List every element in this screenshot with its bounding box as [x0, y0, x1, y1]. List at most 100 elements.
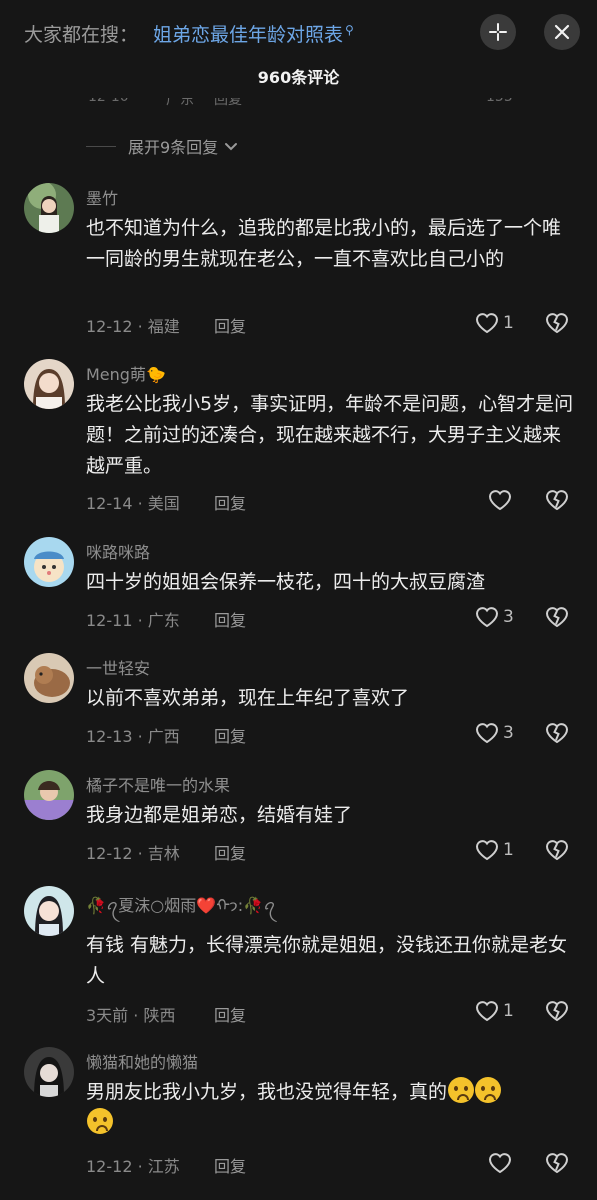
- comment-text: 以前不喜欢弟弟，现在上年纪了喜欢了: [86, 687, 410, 709]
- avatar[interactable]: [24, 183, 74, 233]
- comment-text: 男朋友比我小九岁，我也没觉得年轻，真的: [86, 1077, 578, 1139]
- expand-divider: [86, 145, 116, 147]
- comment-date: 12-11: [86, 611, 133, 630]
- comment-location: 陕西: [143, 1006, 176, 1025]
- search-prefix: 大家都在搜：: [24, 24, 139, 46]
- expand-replies-label: 展开9条回复: [128, 138, 219, 157]
- avatar[interactable]: [24, 359, 74, 409]
- like-button[interactable]: 1: [474, 838, 514, 862]
- comment-text: 也不知道为什么，追我的都是比我小的，最后选了一个唯一同龄的男生就现在老公，一直不…: [86, 217, 562, 270]
- comment-location: 广西: [147, 727, 180, 746]
- avatar[interactable]: [24, 886, 74, 936]
- like-button[interactable]: 3: [474, 605, 514, 629]
- prev-date: 12-10: [88, 98, 129, 105]
- comment-item: 🥀ꪖ夏沫○烟雨❤️ᡣ𐭩:🥀ꪖ 有钱 有魅力，长得漂亮你就是姐姐，没钱还丑你就是老…: [0, 886, 597, 1026]
- reply-button[interactable]: 回复: [214, 723, 246, 747]
- like-count: 1: [503, 840, 514, 860]
- meta-separator: ·: [137, 494, 143, 513]
- avatar[interactable]: [24, 1047, 74, 1097]
- reply-button[interactable]: 回复: [214, 607, 246, 631]
- like-button[interactable]: 1: [474, 311, 514, 335]
- pleading-face-emoji-icon: [475, 1077, 502, 1103]
- heart-icon: [475, 1001, 499, 1022]
- username[interactable]: 橘子不是唯一的水果: [86, 772, 230, 796]
- reply-button[interactable]: 回复: [214, 1002, 246, 1026]
- heart-icon: [475, 840, 499, 861]
- username[interactable]: 咪路咪路: [86, 539, 150, 563]
- broken-heart-icon: [545, 490, 569, 511]
- like-count: 1: [503, 313, 514, 333]
- expand-replies-button[interactable]: 展开9条回复: [86, 134, 240, 158]
- comment-count: 960条评论: [257, 68, 340, 87]
- username[interactable]: 墨竹: [86, 185, 118, 209]
- username[interactable]: 一世轻安: [86, 655, 150, 679]
- avatar[interactable]: [24, 653, 74, 703]
- dislike-button[interactable]: [544, 488, 570, 516]
- comment-location: 吉林: [147, 844, 180, 863]
- dislike-button[interactable]: [544, 1151, 570, 1179]
- comment-meta: 12-12 · 福建 回复: [86, 313, 246, 337]
- meta-separator: ·: [137, 1157, 143, 1176]
- avatar[interactable]: [24, 537, 74, 587]
- dislike-button[interactable]: [544, 721, 570, 749]
- comment-location: 江苏: [147, 1157, 180, 1176]
- comment-date: 12-13: [86, 727, 133, 746]
- reply-button[interactable]: 回复: [214, 840, 246, 864]
- broken-heart-icon: [545, 313, 569, 334]
- comment-text: 四十岁的姐姐会保养一枝花，四十的大叔豆腐渣: [86, 571, 486, 593]
- comment-text-body: 男朋友比我小九岁，我也没觉得年轻，真的: [86, 1081, 448, 1103]
- chevron-down-icon: [225, 143, 238, 151]
- comment-date: 12-12: [86, 844, 133, 863]
- comment-item: 咪路咪路 四十岁的姐姐会保养一枝花，四十的大叔豆腐渣 12-11 · 广东 回复…: [0, 537, 597, 637]
- like-button[interactable]: 1: [474, 999, 514, 1023]
- comment-text: 我身边都是姐弟恋，结婚有娃了: [86, 804, 353, 826]
- comment-item: 一世轻安 以前不喜欢弟弟，现在上年纪了喜欢了 12-13 · 广西 回复 3: [0, 653, 597, 753]
- comment-meta: 12-13 · 广西 回复: [86, 723, 246, 747]
- broken-heart-icon: [545, 723, 569, 744]
- reply-button[interactable]: 回复: [214, 1153, 246, 1177]
- heart-icon: [475, 723, 499, 744]
- search-icon: ⚲: [345, 22, 354, 37]
- comment-location: 广东: [147, 611, 180, 630]
- comment-date: 3天前: [86, 1006, 129, 1025]
- search-suggestion-link[interactable]: 姐弟恋最佳年龄对照表 ⚲: [153, 20, 354, 47]
- comment-location: 美国: [147, 494, 180, 513]
- comment-date: 12-12: [86, 1157, 133, 1176]
- dislike-button[interactable]: [544, 311, 570, 339]
- prev-reply: 回复: [214, 98, 242, 108]
- like-button[interactable]: 3: [474, 721, 514, 745]
- dislike-button[interactable]: [544, 838, 570, 866]
- comment-item: 橘子不是唯一的水果 我身边都是姐弟恋，结婚有娃了 12-12 · 吉林 回复 1: [0, 770, 597, 870]
- comment-location: 福建: [147, 317, 180, 336]
- top-bar: 大家都在搜： 姐弟恋最佳年龄对照表 ⚲: [0, 0, 597, 64]
- reply-button[interactable]: 回复: [214, 490, 246, 514]
- collapse-button[interactable]: [480, 14, 516, 50]
- username[interactable]: 懒猫和她的懒猫: [86, 1049, 198, 1073]
- search-term-text: 姐弟恋最佳年龄对照表: [153, 24, 344, 46]
- meta-separator: ·: [137, 844, 143, 863]
- comment-meta: 12-11 · 广东 回复: [86, 607, 246, 631]
- close-button[interactable]: [544, 14, 580, 50]
- comment-date: 12-14: [86, 494, 133, 513]
- meta-separator: ·: [137, 727, 143, 746]
- username[interactable]: 🥀ꪖ夏沫○烟雨❤️ᡣ𐭩:🥀ꪖ: [86, 888, 276, 924]
- like-button[interactable]: [487, 1151, 513, 1175]
- avatar[interactable]: [24, 770, 74, 820]
- comment-date: 12-12: [86, 317, 133, 336]
- dislike-button[interactable]: [544, 605, 570, 633]
- reply-button[interactable]: 回复: [214, 313, 246, 337]
- like-button[interactable]: [487, 488, 513, 512]
- pleading-face-emoji-icon: [87, 1108, 113, 1134]
- username[interactable]: Meng萌🐤: [86, 361, 166, 385]
- dislike-button[interactable]: [544, 999, 570, 1027]
- meta-separator: ·: [133, 1006, 139, 1025]
- broken-heart-icon: [545, 1153, 569, 1174]
- comment-text: 我老公比我小5岁，事实证明，年龄不是问题，心智才是问题！之前过的还凑合，现在越来…: [86, 393, 574, 477]
- heart-icon: [488, 490, 512, 511]
- collapse-icon: [489, 23, 507, 41]
- heart-icon: [475, 313, 499, 334]
- broken-heart-icon: [545, 840, 569, 861]
- meta-separator: ·: [137, 611, 143, 630]
- comment-meta: 12-14 · 美国 回复: [86, 490, 246, 514]
- like-count: 3: [503, 607, 514, 627]
